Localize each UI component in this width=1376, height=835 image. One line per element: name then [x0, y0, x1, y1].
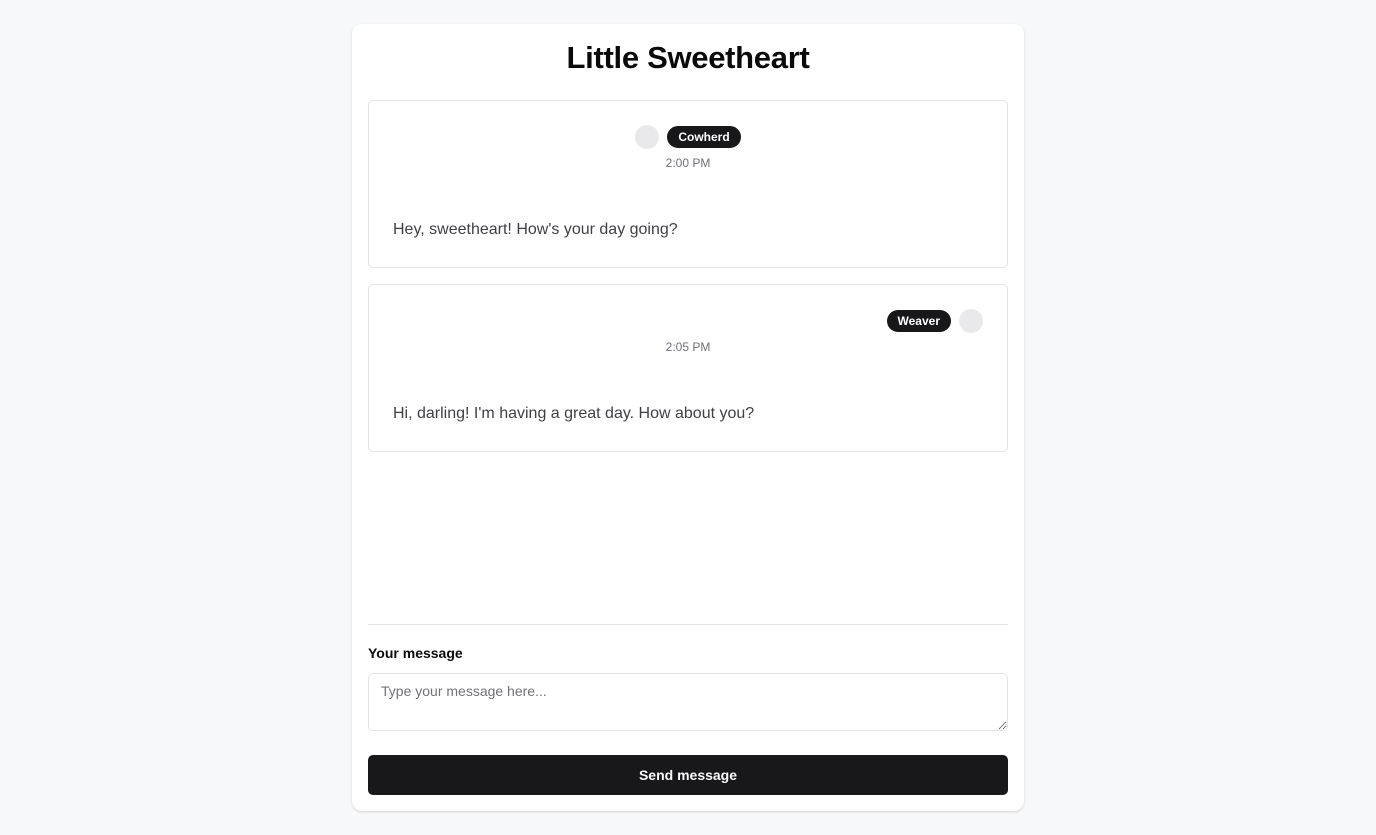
send-message-button[interactable]: Send message — [368, 755, 1008, 795]
message-text: Hi, darling! I'm having a great day. How… — [393, 405, 755, 422]
message-card: Cowherd 2:00 PM Hey, sweetheart! How's y… — [368, 100, 1008, 268]
message-label: Your message — [368, 645, 463, 661]
sender-badge: Cowherd — [667, 126, 741, 148]
page-title: Little Sweetheart — [566, 40, 810, 75]
avatar — [959, 309, 983, 333]
message-header: Weaver — [886, 309, 983, 333]
chat-card: Little Sweetheart Cowherd 2:00 PM Hey, s… — [352, 24, 1024, 811]
message-timestamp: 2:00 PM — [665, 156, 711, 170]
message-header: Cowherd — [369, 125, 1007, 149]
message-input[interactable] — [368, 673, 1008, 731]
message-text: Hey, sweetheart! How's your day going? — [393, 221, 678, 238]
message-card: Weaver 2:05 PM Hi, darling! I'm having a… — [368, 284, 1008, 452]
avatar — [635, 125, 660, 149]
sender-badge: Weaver — [886, 310, 951, 332]
message-timestamp: 2:05 PM — [665, 340, 711, 354]
divider — [368, 624, 1008, 625]
